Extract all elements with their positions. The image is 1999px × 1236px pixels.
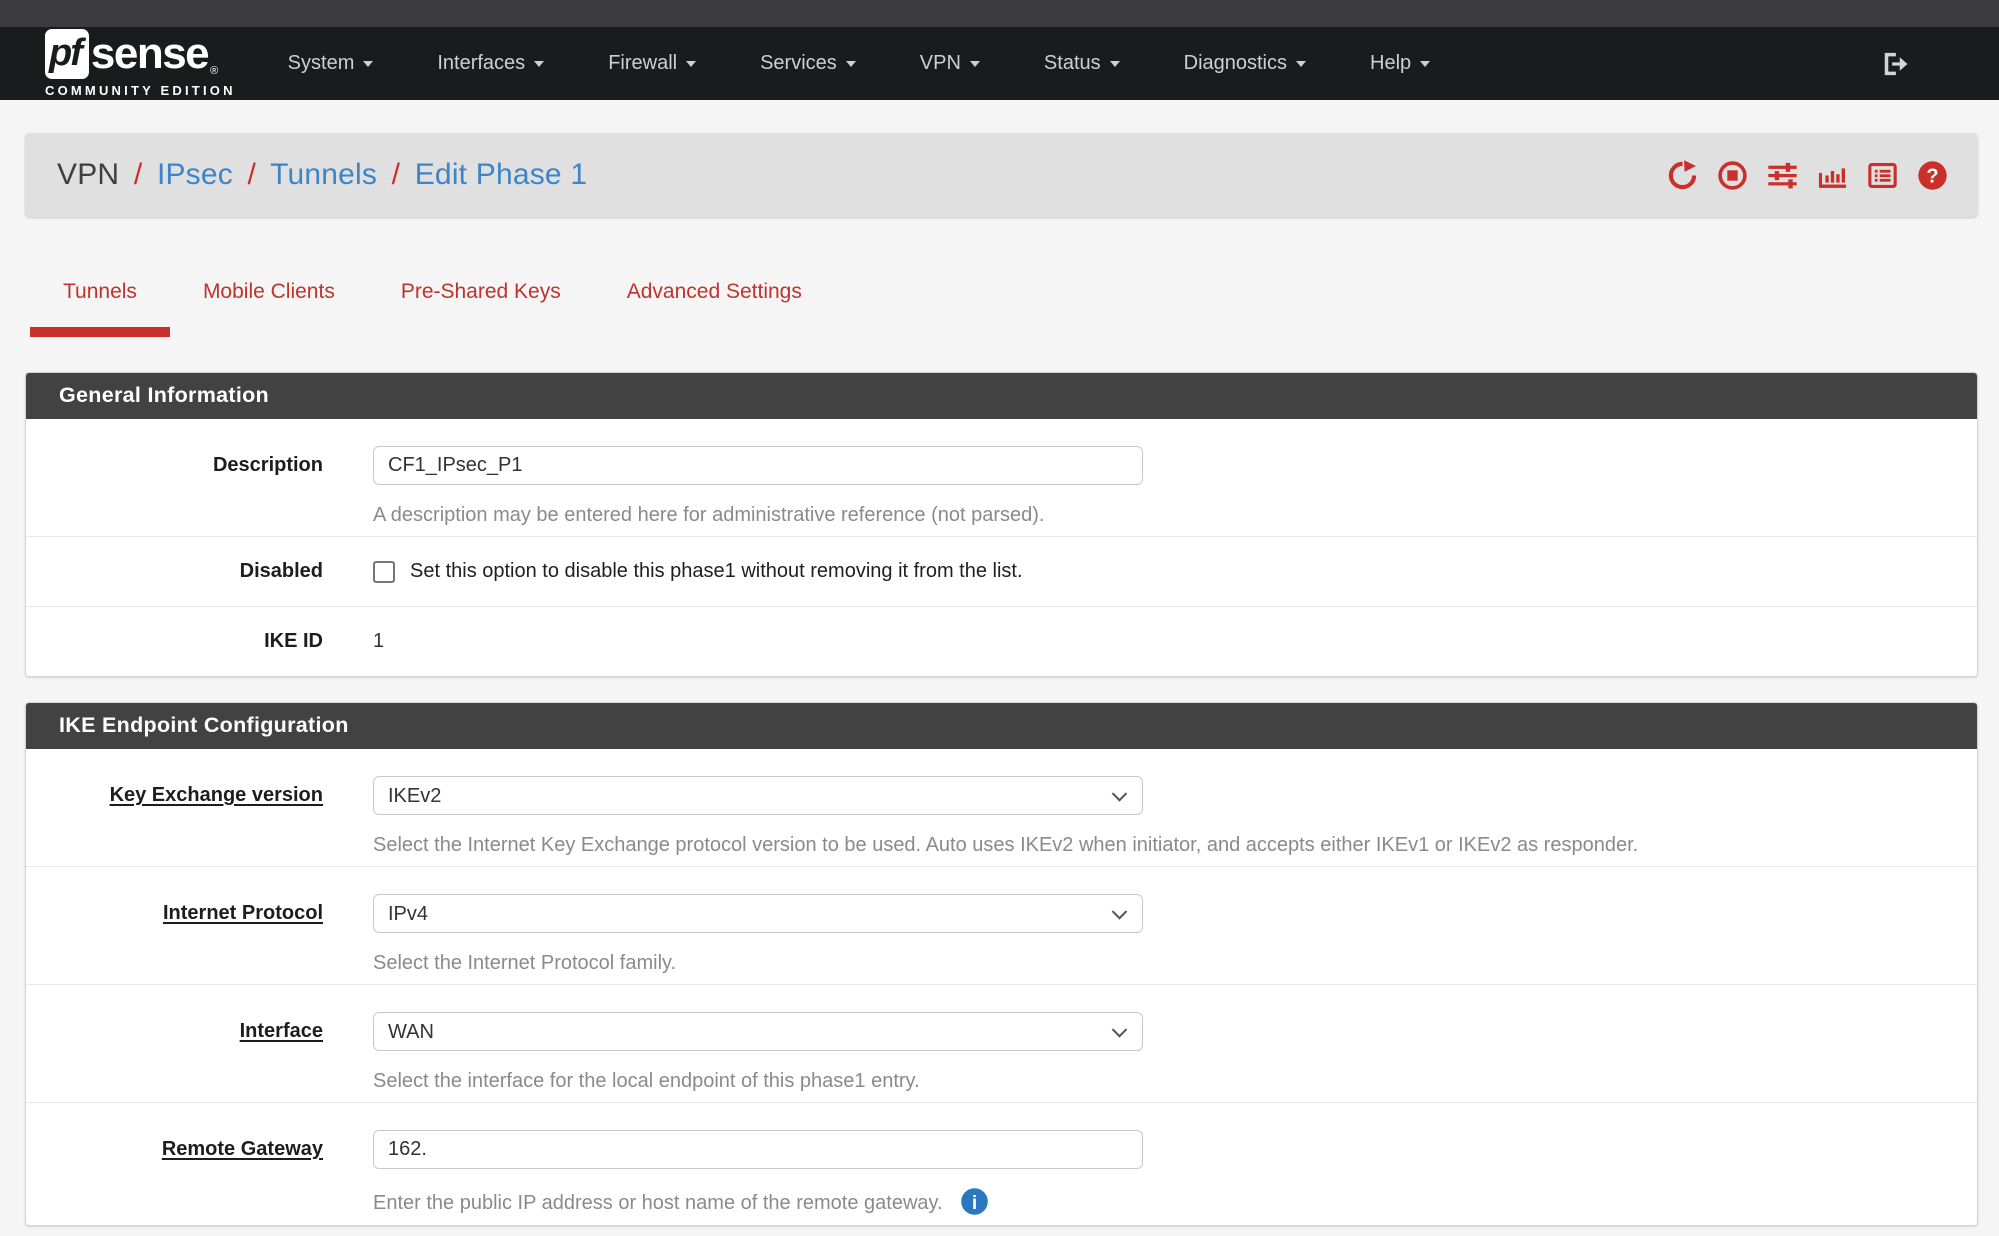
description-row: Description A description may be entered… xyxy=(26,419,1977,537)
nav-menu: System Interfaces Firewall Services VPN … xyxy=(288,52,1430,75)
key-exchange-row: Key Exchange version IKEv2 Select the In… xyxy=(26,749,1977,867)
community-edition-label: COMMUNITY EDITION xyxy=(45,83,236,98)
window-top-strip xyxy=(0,0,1999,27)
nav-item-status[interactable]: Status xyxy=(1044,52,1120,75)
help-icon[interactable]: ? xyxy=(1917,160,1948,191)
breadcrumb-section: VPN xyxy=(57,158,119,191)
interface-select[interactable]: WAN xyxy=(373,1012,1143,1051)
nav-item-vpn[interactable]: VPN xyxy=(920,52,980,75)
description-help: A description may be entered here for ad… xyxy=(373,503,1977,527)
sign-out-icon xyxy=(1879,49,1909,79)
nav-item-firewall[interactable]: Firewall xyxy=(608,52,696,75)
breadcrumb-separator: / xyxy=(242,158,263,191)
chevron-down-icon xyxy=(1296,61,1306,67)
internet-protocol-help: Select the Internet Protocol family. xyxy=(373,951,1977,975)
internet-protocol-select[interactable]: IPv4 xyxy=(373,894,1143,933)
tab-bar: Tunnels Mobile Clients Pre-Shared Keys A… xyxy=(30,265,1978,337)
svg-text:i: i xyxy=(972,1193,977,1214)
nav-item-system[interactable]: System xyxy=(288,52,374,75)
chevron-down-icon xyxy=(846,61,856,67)
key-exchange-help: Select the Internet Key Exchange protoco… xyxy=(373,833,1977,857)
key-exchange-label: Key Exchange version xyxy=(26,776,323,857)
disabled-checkbox-label: Set this option to disable this phase1 w… xyxy=(410,560,1023,583)
bar-chart-icon[interactable] xyxy=(1817,160,1848,191)
svg-text:?: ? xyxy=(1926,165,1938,187)
breadcrumb-link-ipsec[interactable]: IPsec xyxy=(157,158,233,191)
internet-protocol-row: Internet Protocol IPv4 Select the Intern… xyxy=(26,867,1977,985)
description-label: Description xyxy=(26,446,323,527)
pfsense-logo-sense: sense xyxy=(91,32,208,76)
breadcrumb-separator: / xyxy=(128,158,149,191)
nav-item-diagnostics[interactable]: Diagnostics xyxy=(1184,52,1306,75)
tab-advanced-settings[interactable]: Advanced Settings xyxy=(594,265,835,337)
chevron-down-icon xyxy=(534,61,544,67)
tab-pre-shared-keys[interactable]: Pre-Shared Keys xyxy=(368,265,594,337)
refresh-icon[interactable] xyxy=(1667,160,1698,191)
breadcrumb-link-tunnels[interactable]: Tunnels xyxy=(270,158,377,191)
interface-help: Select the interface for the local endpo… xyxy=(373,1069,1977,1093)
remote-gateway-row: Remote Gateway Enter the public IP addre… xyxy=(26,1103,1977,1225)
chevron-down-icon xyxy=(970,61,980,67)
sliders-icon[interactable] xyxy=(1767,160,1798,191)
disabled-checkbox[interactable] xyxy=(373,561,395,583)
description-input[interactable] xyxy=(373,446,1143,485)
page-header: VPN / IPsec / Tunnels / Edit Phase 1 xyxy=(25,133,1978,217)
panel-title-general-information: General Information xyxy=(26,373,1977,419)
ike-id-row: IKE ID 1 xyxy=(26,607,1977,676)
nav-item-interfaces[interactable]: Interfaces xyxy=(437,52,544,75)
remote-gateway-label: Remote Gateway xyxy=(26,1130,323,1216)
main-navbar: pfsense® COMMUNITY EDITION System Interf… xyxy=(0,27,1999,100)
pfsense-logo-wordmark: pfsense® xyxy=(45,29,236,79)
log-list-icon[interactable] xyxy=(1867,160,1898,191)
disabled-checkbox-line: Set this option to disable this phase1 w… xyxy=(373,560,1977,583)
remote-gateway-input[interactable] xyxy=(373,1130,1143,1169)
chevron-down-icon xyxy=(686,61,696,67)
key-exchange-select[interactable]: IKEv2 xyxy=(373,776,1143,815)
general-information-panel: General Information Description A descri… xyxy=(25,372,1978,677)
chevron-down-icon xyxy=(363,61,373,67)
registered-mark: ® xyxy=(210,66,218,77)
ike-id-value: 1 xyxy=(373,630,384,652)
info-button[interactable]: i xyxy=(960,1187,989,1216)
nav-item-services[interactable]: Services xyxy=(760,52,856,75)
stop-icon[interactable] xyxy=(1717,160,1748,191)
chevron-down-icon xyxy=(1420,61,1430,67)
interface-row: Interface WAN Select the interface for t… xyxy=(26,985,1977,1103)
interface-label: Interface xyxy=(26,1012,323,1093)
breadcrumb-separator: / xyxy=(386,158,407,191)
info-icon: i xyxy=(960,1187,989,1216)
pfsense-logo-pf: pf xyxy=(45,29,89,79)
pfsense-logo[interactable]: pfsense® COMMUNITY EDITION xyxy=(45,29,236,98)
ike-endpoint-panel: IKE Endpoint Configuration Key Exchange … xyxy=(25,702,1978,1226)
remote-gateway-help: Enter the public IP address or host name… xyxy=(373,1187,1977,1216)
nav-item-help[interactable]: Help xyxy=(1370,52,1430,75)
breadcrumb: VPN / IPsec / Tunnels / Edit Phase 1 xyxy=(57,158,587,192)
panel-title-ike-endpoint: IKE Endpoint Configuration xyxy=(26,703,1977,749)
disabled-row: Disabled Set this option to disable this… xyxy=(26,537,1977,607)
header-action-icons: ? xyxy=(1667,160,1948,191)
tab-tunnels[interactable]: Tunnels xyxy=(30,265,170,337)
disabled-label: Disabled xyxy=(26,560,323,583)
sign-out-button[interactable] xyxy=(1879,49,1909,79)
ike-id-label: IKE ID xyxy=(26,630,323,653)
chevron-down-icon xyxy=(1110,61,1120,67)
breadcrumb-current-page[interactable]: Edit Phase 1 xyxy=(415,158,588,191)
tab-mobile-clients[interactable]: Mobile Clients xyxy=(170,265,368,337)
internet-protocol-label: Internet Protocol xyxy=(26,894,323,975)
